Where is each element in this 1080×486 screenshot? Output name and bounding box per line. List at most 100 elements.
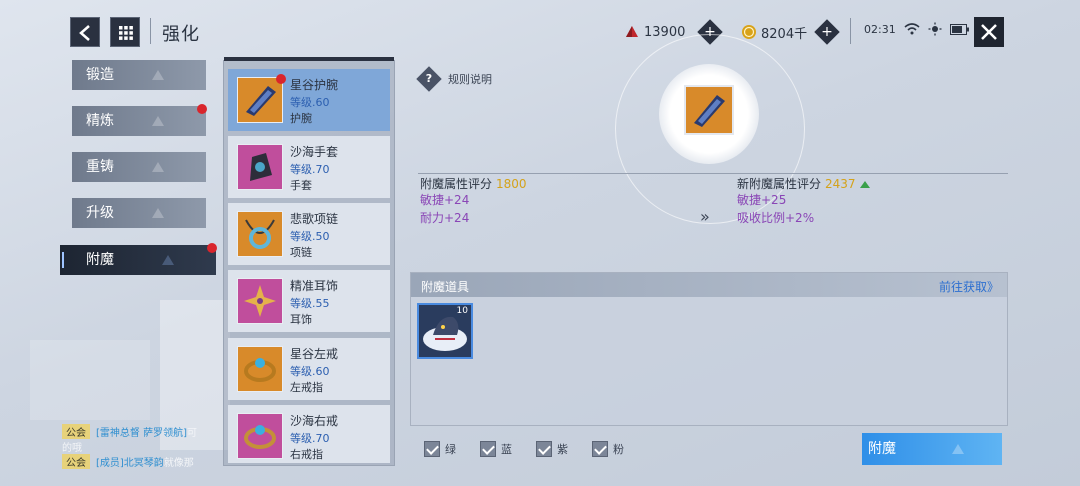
right-ring-image	[244, 425, 276, 449]
enchant-props-panel: 附魔道具 前往获取》 10	[410, 272, 1008, 426]
menu-grid-button[interactable]	[110, 17, 140, 47]
question-icon: ?	[416, 66, 442, 92]
guild-tag: 公会	[62, 454, 90, 469]
triangle-deco-icon	[152, 116, 164, 126]
equipment-name: 星谷左戒	[290, 347, 339, 361]
selected-equipment-icon	[684, 85, 734, 135]
grid-icon	[119, 26, 133, 40]
guild-tag: 公会	[62, 424, 90, 439]
triangle-deco-icon	[162, 255, 174, 265]
equipment-item-right-ring[interactable]: 沙海右戒 等级.70 右戒指	[228, 405, 390, 463]
left-ring-image	[244, 358, 276, 382]
equipment-level: 等级.70	[290, 432, 330, 445]
chat-message: 可	[186, 428, 197, 439]
active-indicator	[62, 252, 64, 268]
triangle-deco-icon	[152, 162, 164, 172]
rule-label: 规则说明	[448, 73, 492, 86]
enchant-prop-item[interactable]: 10	[417, 303, 473, 359]
filter-purple[interactable]: 紫	[536, 441, 568, 457]
close-button[interactable]	[974, 17, 1004, 47]
sidebar-item-forge[interactable]: 锻造	[72, 60, 206, 90]
bracer-icon	[237, 77, 283, 123]
triangle-deco-icon	[952, 444, 964, 454]
crystal-icon	[626, 26, 638, 37]
add-gold-button[interactable]: +	[814, 19, 840, 45]
sidebar-item-upgrade[interactable]: 升级	[72, 198, 206, 228]
equipment-item-gloves[interactable]: 沙海手套 等级.70 手套	[228, 136, 390, 198]
sidebar-item-label: 附魔	[86, 252, 114, 268]
sidebar-item-label: 锻造	[86, 67, 114, 83]
gloves-icon	[237, 144, 283, 190]
chat-sender[interactable]: [成员]北冥琴韵	[96, 454, 164, 469]
refine-notification-dot	[197, 104, 207, 114]
chat-sender[interactable]: [雷神总督 萨罗领航]	[96, 424, 187, 439]
back-button[interactable]	[70, 17, 100, 47]
bracer-image	[246, 86, 276, 116]
filter-blue[interactable]: 蓝	[480, 441, 512, 457]
sidebar-item-label: 重铸	[86, 159, 114, 175]
equipment-level: 等级.60	[290, 96, 330, 109]
chat-line[interactable]: 公会 [雷神总督 萨罗领航] 可	[62, 424, 197, 439]
equipment-name: 沙海手套	[290, 145, 339, 159]
enchant-button[interactable]: 附魔	[862, 433, 1002, 465]
sidebar-item-label: 升级	[86, 205, 114, 221]
checkbox-checked-icon	[592, 441, 608, 457]
chat-line[interactable]: 公会 [成员]北冥琴韵 就像那	[62, 454, 194, 469]
equipment-item-left-ring[interactable]: 星谷左戒 等级.60 左戒指	[228, 338, 390, 400]
title-divider	[150, 18, 151, 44]
sidebar-item-label: 精炼	[86, 113, 114, 129]
equipment-name: 悲歌项链	[290, 212, 339, 226]
chat-message: 的哦	[62, 443, 82, 454]
list-top-bar	[224, 57, 394, 61]
equipment-level: 等级.70	[290, 163, 330, 176]
bracer-notification-dot	[276, 74, 286, 84]
filter-label: 蓝	[501, 443, 512, 456]
chat-message: 就像那	[163, 458, 194, 469]
new-attr-label: 新附魔属性评分	[737, 177, 822, 191]
sidebar-item-refine[interactable]: 精炼	[72, 106, 206, 136]
chat-line[interactable]: 的哦	[62, 439, 82, 454]
checkbox-checked-icon	[424, 441, 440, 457]
checkbox-checked-icon	[480, 441, 496, 457]
prop-count: 10	[456, 306, 468, 316]
filter-label: 粉	[613, 443, 624, 456]
triangle-deco-icon	[152, 208, 164, 218]
necklace-image	[245, 219, 275, 249]
current-attr-line: 敏捷+24	[420, 193, 470, 207]
enchant-notification-dot	[207, 243, 217, 253]
close-icon	[981, 24, 997, 40]
equipment-slot: 耳饰	[290, 313, 312, 326]
filter-pink[interactable]: 粉	[592, 441, 624, 457]
clock: 02:31	[864, 22, 896, 36]
equipment-level: 等级.50	[290, 230, 330, 243]
status-divider	[850, 18, 851, 44]
sidebar-item-enchant[interactable]: 附魔	[60, 245, 216, 275]
sidebar-item-recast[interactable]: 重铸	[72, 152, 206, 182]
earring-icon	[237, 278, 283, 324]
back-icon	[79, 25, 90, 41]
new-attr-title: 新附魔属性评分 2437	[737, 175, 870, 192]
props-title: 附魔道具	[421, 280, 470, 294]
equipment-name: 星谷护腕	[290, 78, 339, 92]
equipment-item-earring[interactable]: 精准耳饰 等级.55 耳饰	[228, 270, 390, 332]
current-attr-label: 附魔属性评分	[420, 177, 493, 191]
necklace-icon	[237, 211, 283, 257]
double-chevron-right-icon: »	[700, 207, 710, 226]
bracer-image	[694, 95, 725, 127]
filter-label: 紫	[557, 443, 568, 456]
current-attr-line: 耐力+24	[420, 211, 470, 225]
bg-panel-left-2	[30, 340, 150, 420]
filter-green[interactable]: 绿	[424, 441, 456, 457]
top-bar: 强化 13900 + 8204千 + 02:31	[0, 0, 1080, 60]
gold-coin-icon	[742, 25, 756, 39]
equipment-item-bracer[interactable]: 星谷护腕 等级.60 护腕	[228, 69, 390, 131]
equipment-item-necklace[interactable]: 悲歌项链 等级.50 项链	[228, 203, 390, 265]
equipment-slot: 左戒指	[290, 381, 323, 394]
rule-explanation-link[interactable]: ? 规则说明	[416, 66, 492, 92]
current-attr-title: 附魔属性评分 1800	[420, 175, 527, 192]
wifi-icon	[904, 23, 920, 35]
go-obtain-link[interactable]: 前往获取》	[939, 278, 999, 295]
new-attr-line: 吸收比例+2%	[737, 211, 815, 225]
equipment-slot: 项链	[290, 246, 312, 259]
currency-gold: 8204千	[741, 22, 807, 42]
